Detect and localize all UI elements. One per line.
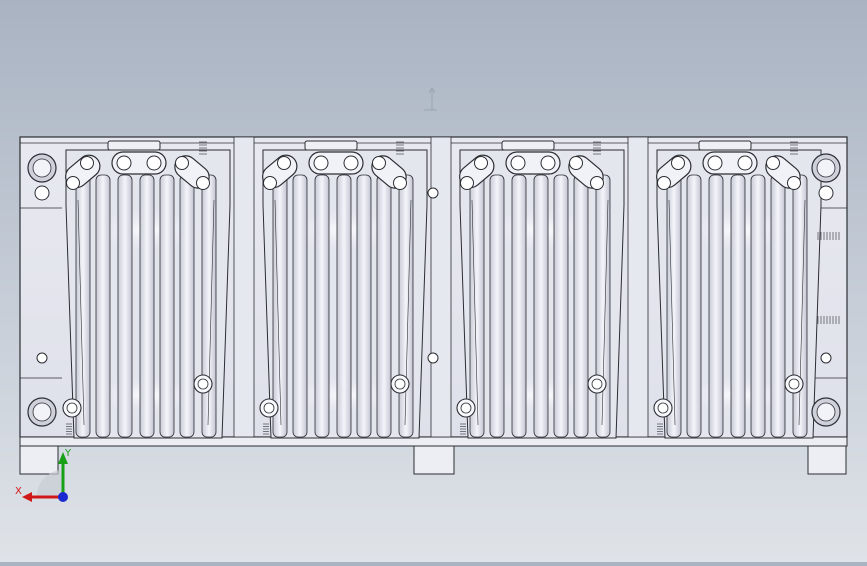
slot-hole — [196, 176, 210, 190]
cavity-rod — [314, 174, 330, 438]
slot-hole — [787, 176, 801, 190]
cavity-neck — [304, 140, 358, 151]
slot-hole — [766, 156, 780, 170]
cavity-rod — [117, 174, 133, 438]
model-view[interactable] — [0, 0, 867, 562]
slot-hole — [737, 155, 753, 171]
slot-hole — [343, 155, 359, 171]
slot-hole — [277, 156, 291, 170]
cavity-rod — [356, 174, 372, 438]
cad-graphics-viewport[interactable]: X Y — [0, 0, 867, 562]
cavity-rod — [336, 174, 352, 438]
triad-y-label: Y — [64, 448, 72, 459]
slot-hole — [175, 156, 189, 170]
slot-hole — [80, 156, 94, 170]
slot-hole — [707, 155, 723, 171]
slot-hole — [146, 155, 162, 171]
cavity-neck — [698, 140, 752, 151]
foot-center — [413, 445, 455, 475]
slot-hole — [313, 155, 329, 171]
mount-hole — [818, 185, 834, 201]
slot-hole — [590, 176, 604, 190]
center-hole — [427, 352, 439, 364]
slot-hole — [116, 155, 132, 171]
triad-z-axis — [58, 492, 68, 502]
center-hole — [427, 187, 439, 199]
mount-hole — [34, 185, 50, 201]
cavity-rod — [553, 174, 569, 438]
origin-icon — [424, 87, 437, 111]
mount-hole — [36, 352, 48, 364]
cavity-divider — [627, 136, 649, 438]
cavity-rod — [139, 174, 155, 438]
coordinate-triad: X Y — [15, 448, 72, 502]
foot-right — [807, 445, 847, 475]
slot-hole — [540, 155, 556, 171]
cavity-4[interactable] — [652, 140, 822, 439]
slot-hole — [372, 156, 386, 170]
triad-x-label: X — [15, 486, 22, 497]
slot-hole — [657, 176, 671, 190]
cavity-rod — [511, 174, 527, 438]
cavity-rod — [95, 174, 111, 438]
slot-hole — [671, 156, 685, 170]
slot-hole — [569, 156, 583, 170]
cavity-rod — [489, 174, 505, 438]
cavity-rod — [573, 174, 589, 438]
slot-hole — [263, 176, 277, 190]
slot-hole — [460, 176, 474, 190]
cavity-rod — [179, 174, 195, 438]
mount-hole — [820, 352, 832, 364]
slot-hole — [66, 176, 80, 190]
cavity-rod — [159, 174, 175, 438]
slot-hole — [474, 156, 488, 170]
cavity-divider — [233, 136, 255, 438]
cavity-rod — [292, 174, 308, 438]
slot-hole — [510, 155, 526, 171]
cavity-rod — [708, 174, 724, 438]
cavity-rod — [730, 174, 746, 438]
cavity-neck — [107, 140, 161, 151]
cavity-rod — [770, 174, 786, 438]
cavity-rod — [750, 174, 766, 438]
cavity-rod — [686, 174, 702, 438]
cavity-neck — [501, 140, 555, 151]
cavity-rod — [533, 174, 549, 438]
slot-hole — [393, 176, 407, 190]
cavity-divider — [430, 136, 452, 438]
cavity-rod — [376, 174, 392, 438]
